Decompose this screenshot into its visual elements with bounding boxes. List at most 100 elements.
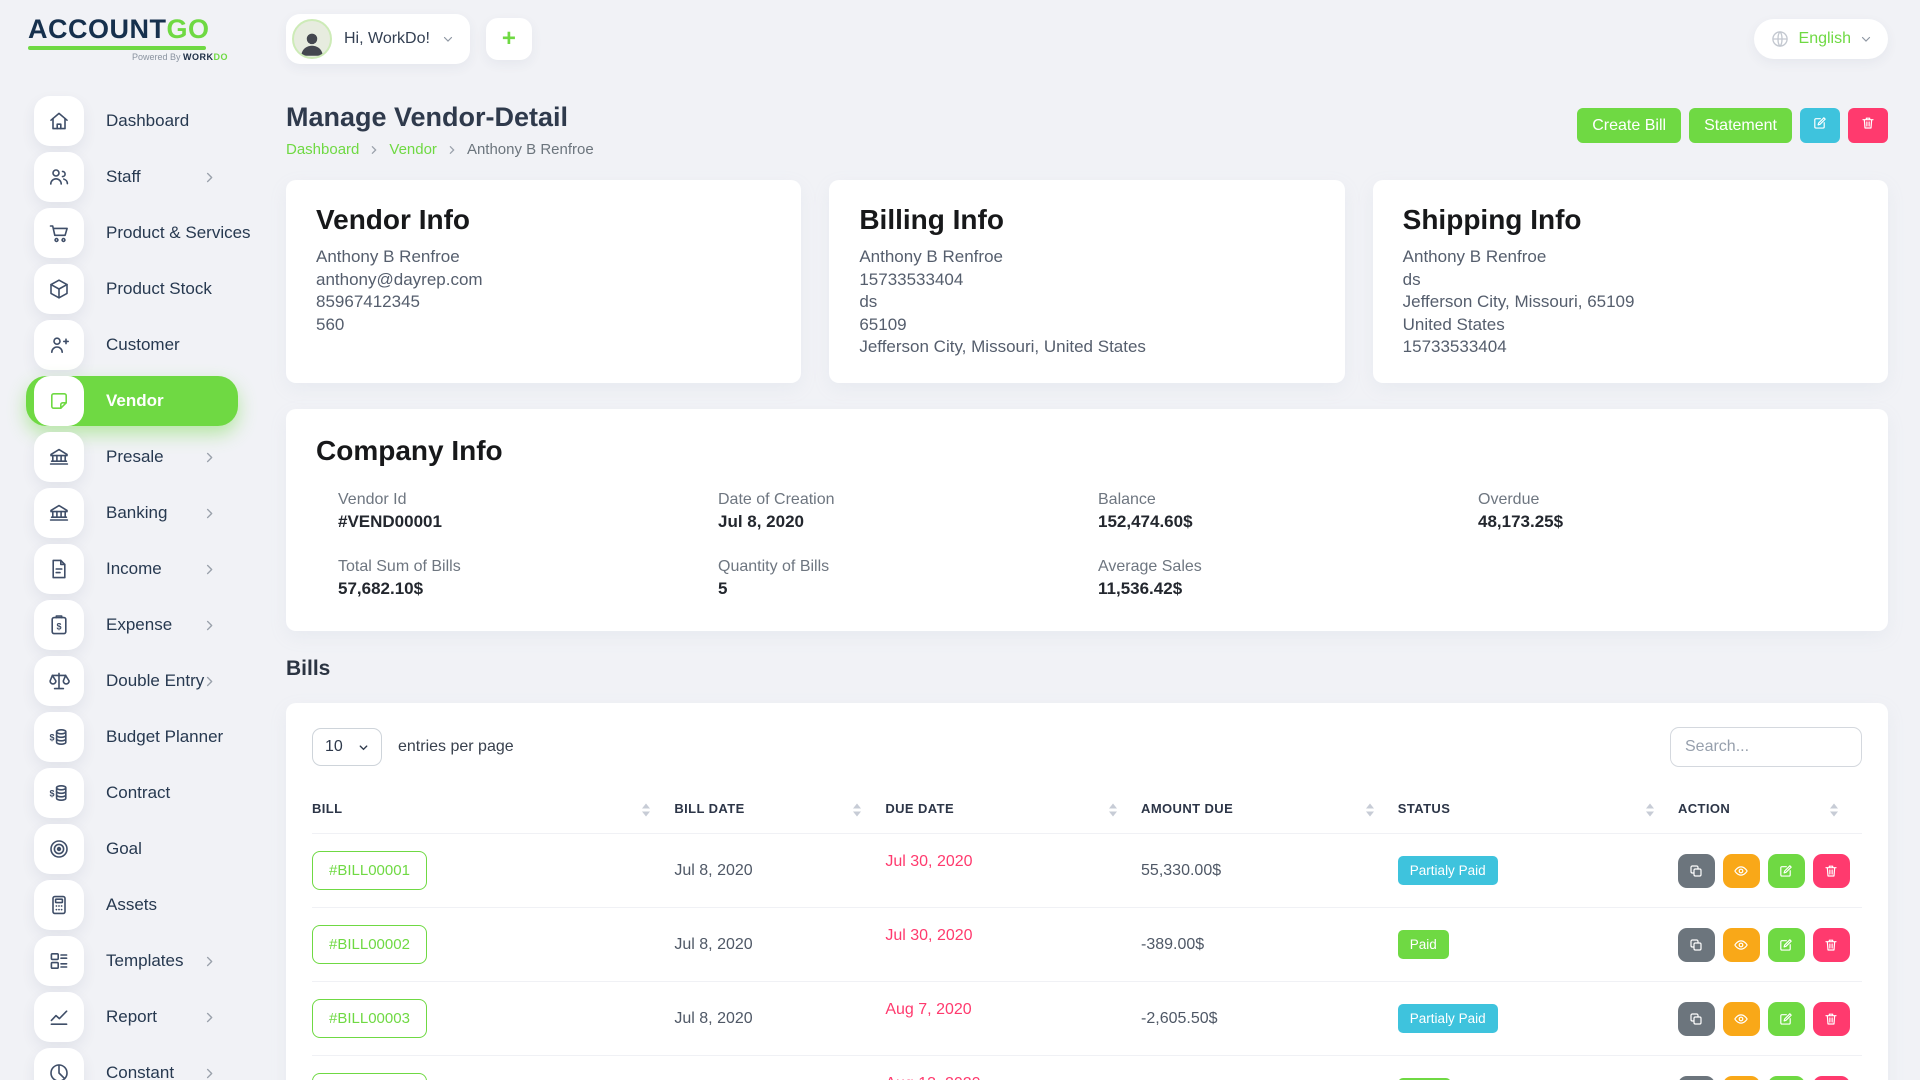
sidebar-item-presale[interactable]: Presale [26,432,238,482]
language-label: English [1799,30,1851,48]
entries-per-page-value: 10 [325,738,343,756]
field-label: Balance [1098,491,1478,509]
sidebar: ACCOUNTGO Powered By WORKDO Dashboard Sta… [0,0,254,1080]
company-info-grid: Vendor Id#VEND00001Date of CreationJul 8… [316,491,1858,599]
sidebar-item-assets[interactable]: Assets [26,880,238,930]
bill-link[interactable]: #BILL00004 [312,1073,427,1080]
cart-icon [34,208,84,258]
edit-button[interactable] [1768,1076,1805,1080]
row-actions [1678,1002,1850,1036]
sidebar-item-staff[interactable]: Staff [26,152,238,202]
breadcrumb-dashboard[interactable]: Dashboard [286,141,359,158]
table-row: #BILL00004Jul 8, 2020Aug 13, 2020-2,412.… [312,1056,1862,1080]
delete-button[interactable] [1813,928,1850,962]
delete-button[interactable] [1813,1002,1850,1036]
eye-icon [1733,1011,1749,1027]
info-line: 65109 [859,314,1314,337]
shipping-info-card: Shipping Info Anthony B RenfroedsJeffers… [1373,180,1888,383]
language-selector[interactable]: English [1754,19,1888,59]
edit-button[interactable] [1768,928,1805,962]
view-button[interactable] [1723,928,1760,962]
due-date: Jul 30, 2020 [885,927,972,945]
info-line: Jefferson City, Missouri, 65109 [1403,291,1858,314]
edit-button[interactable] [1768,1002,1805,1036]
row-actions [1678,1076,1850,1080]
sidebar-item-customer[interactable]: Customer [26,320,238,370]
column-header-bill[interactable]: BILL [312,787,674,834]
statement-button[interactable]: Statement [1689,108,1792,143]
chevron-right-icon [203,675,216,688]
layout-icon [34,936,84,986]
sidebar-item-report[interactable]: Report [26,992,238,1042]
bill-link[interactable]: #BILL00001 [312,851,427,890]
column-header-due-date[interactable]: DUE DATE [885,787,1141,834]
sidebar-item-constant[interactable]: Constant [26,1048,238,1080]
view-button[interactable] [1723,1002,1760,1036]
delete-button[interactable] [1813,1076,1850,1080]
billing-info-lines: Anthony B Renfroe15733533404ds65109Jeffe… [859,246,1314,359]
company-field-balance: Balance 152,474.60$ [1098,491,1478,532]
sidebar-item-product-stock[interactable]: Product Stock [26,264,238,314]
add-button[interactable]: + [486,18,532,60]
billing-info-title: Billing Info [859,204,1314,236]
field-label: Vendor Id [338,491,718,509]
user-menu[interactable]: Hi, WorkDo! [286,14,470,64]
column-header-action[interactable]: ACTION [1678,787,1862,834]
table-row: #BILL00003Jul 8, 2020Aug 7, 2020-2,605.5… [312,982,1862,1056]
edit-button[interactable] [1768,854,1805,888]
bills-table-header: BILLBILL DATEDUE DATEAMOUNT DUESTATUSACT… [312,787,1862,834]
bill-link[interactable]: #BILL00003 [312,999,427,1038]
view-button[interactable] [1723,1076,1760,1080]
sort-arrows-icon [1830,804,1838,817]
sidebar-item-product-services[interactable]: Product & Services [26,208,238,258]
info-line: Anthony B Renfroe [316,246,771,269]
coins-icon: $ [34,768,84,818]
field-value: #VEND00001 [338,512,718,532]
duplicate-button[interactable] [1678,854,1715,888]
status-badge: Paid [1398,930,1449,959]
sidebar-item-double-entry[interactable]: Double Entry [26,656,238,706]
duplicate-button[interactable] [1678,1076,1715,1080]
trash-icon [1860,115,1876,136]
sidebar-item-banking[interactable]: Banking [26,488,238,538]
bills-card: 10 entries per page BILLBILL DATEDUE DAT… [286,703,1888,1080]
delete-button[interactable] [1813,854,1850,888]
create-bill-button[interactable]: Create Bill [1577,108,1681,143]
copy-icon [1688,937,1704,953]
sidebar-item-templates[interactable]: Templates [26,936,238,986]
sidebar-item-contract[interactable]: $Contract [26,768,238,818]
sidebar-item-dashboard[interactable]: Dashboard [26,96,238,146]
bill-link[interactable]: #BILL00002 [312,925,427,964]
sidebar-item-expense[interactable]: $Expense [26,600,238,650]
edit-vendor-button[interactable] [1800,108,1840,143]
column-header-status[interactable]: STATUS [1398,787,1678,834]
sidebar-item-income[interactable]: Income [26,544,238,594]
bill-date-cell: Jul 8, 2020 [674,982,885,1056]
chart-icon [34,992,84,1042]
trash-icon [1823,937,1839,953]
column-header-bill-date[interactable]: BILL DATE [674,787,885,834]
chevron-right-icon [203,1067,216,1080]
sort-arrows-icon [853,804,861,817]
shipping-info-title: Shipping Info [1403,204,1858,236]
search-input[interactable] [1670,727,1862,767]
sidebar-item-goal[interactable]: Goal [26,824,238,874]
sidebar-item-budget-planner[interactable]: $Budget Planner [26,712,238,762]
trash-icon [1823,1011,1839,1027]
delete-vendor-button[interactable] [1848,108,1888,143]
copy-icon [1688,863,1704,879]
info-line: ds [859,291,1314,314]
bill-date-cell: Jul 8, 2020 [674,1056,885,1080]
duplicate-button[interactable] [1678,1002,1715,1036]
app-logo[interactable]: ACCOUNTGO Powered By WORKDO [26,16,226,62]
breadcrumb-vendor[interactable]: Vendor [389,141,437,158]
entries-per-page-select[interactable]: 10 [312,728,382,766]
table-row: #BILL00002Jul 8, 2020Jul 30, 2020-389.00… [312,908,1862,982]
view-button[interactable] [1723,854,1760,888]
duplicate-button[interactable] [1678,928,1715,962]
company-field-quantity-of-bills: Quantity of Bills5 [718,558,1098,599]
sidebar-item-label: Income [106,559,162,579]
field-value: 152,474.60$ [1098,512,1478,532]
sidebar-item-vendor[interactable]: Vendor [26,376,238,426]
column-header-amount-due[interactable]: AMOUNT DUE [1141,787,1398,834]
